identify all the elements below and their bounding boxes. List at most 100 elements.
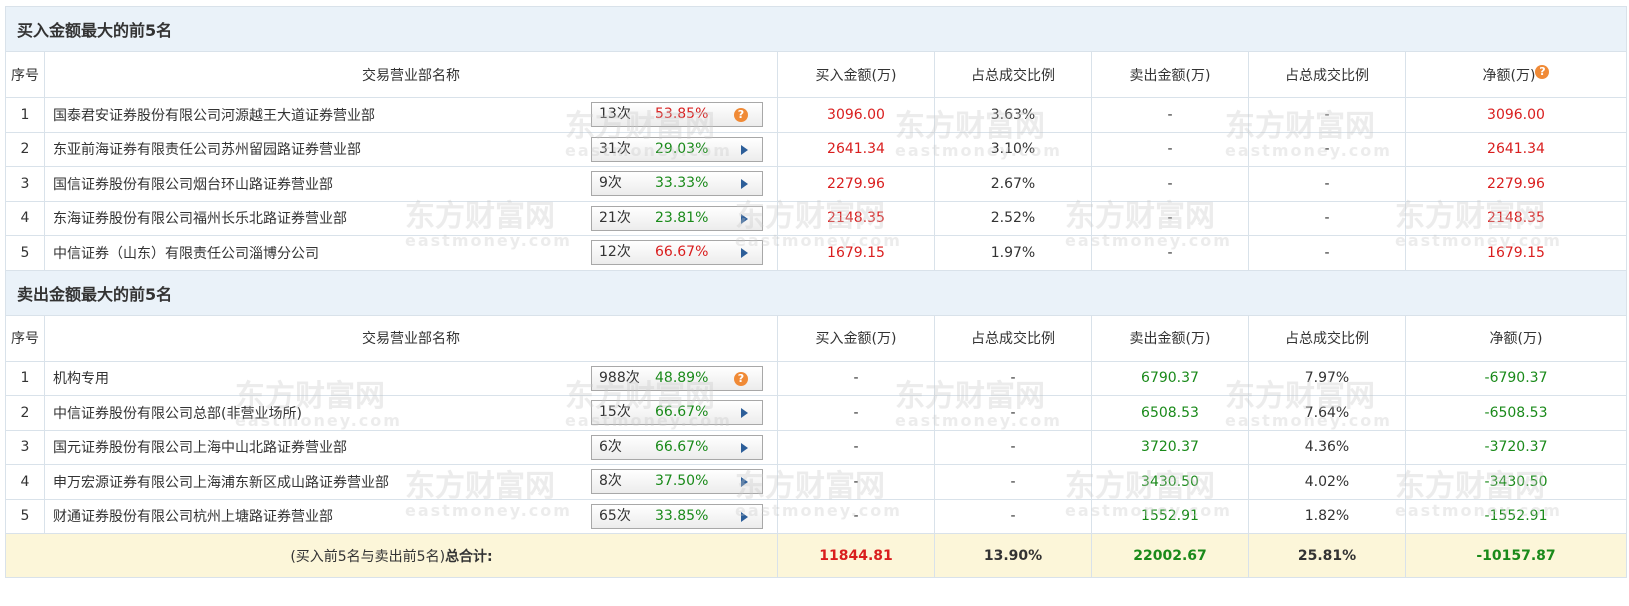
row-name-cell: 国信证券股份有限公司烟台环山路证券营业部 9次 33.33% (44, 166, 778, 202)
col-sell-header: 卖出金额(万) (1091, 51, 1249, 98)
success-rate: 23.81% (655, 209, 709, 226)
row-buy-amount: 2148.35 (777, 200, 935, 236)
row-sell-pct: 4.02% (1248, 464, 1406, 500)
row-buy-amount: 1679.15 (777, 235, 935, 271)
row-sell-amount: 6790.37 (1091, 360, 1249, 396)
listing-count: 988次 (599, 369, 640, 386)
lhb-container: 买入金额最大的前5名 序号 交易营业部名称 买入金额(万) 占总成交比例 卖出金… (4, 6, 1628, 578)
row-buy-pct: 2.67% (934, 166, 1092, 202)
arrow-right-icon[interactable] (741, 248, 748, 258)
row-seq: 1 (5, 360, 45, 396)
row-net-amount: -1552.91 (1404, 498, 1628, 534)
question-icon[interactable]: ? (734, 108, 748, 122)
row-buy-pct: 2.52% (934, 200, 1092, 236)
branch-link[interactable]: 中信证券（山东）有限责任公司淄博分公司 (53, 243, 319, 263)
col-seq-header: 序号 (5, 314, 45, 362)
branch-link[interactable]: 中信证券股份有限公司总部(非营业场所) (53, 403, 302, 423)
branch-link[interactable]: 机构专用 (53, 368, 109, 388)
row-buy-amount: - (777, 498, 935, 534)
col-net-header: 净额(万)? (1404, 51, 1628, 98)
listing-count: 12次 (599, 244, 631, 260)
row-seq: 3 (5, 166, 45, 202)
row-buy-pct: - (934, 498, 1092, 534)
row-seq: 1 (5, 97, 45, 133)
row-seq: 5 (5, 235, 45, 271)
row-net-amount: 1679.15 (1404, 235, 1628, 271)
row-buy-amount: - (777, 360, 935, 396)
branch-stats-button[interactable]: 31次 29.03% (591, 136, 763, 162)
row-net-amount: 2148.35 (1404, 200, 1628, 236)
branch-stats-button[interactable]: 65次 33.85% (591, 503, 763, 529)
branch-link[interactable]: 国泰君安证券股份有限公司河源越王大道证券营业部 (53, 105, 375, 125)
row-buy-amount: - (777, 464, 935, 500)
branch-stats-button[interactable]: 9次 33.33% (591, 171, 763, 196)
total-net: -10157.87 (1404, 533, 1628, 578)
buy-section-title-row: 买入金额最大的前5名 (4, 6, 1628, 52)
listing-count: 15次 (599, 404, 631, 420)
listing-count: 6次 (599, 438, 622, 455)
arrow-right-icon[interactable] (741, 179, 748, 189)
listing-count: 21次 (599, 209, 631, 226)
row-net-amount: 2641.34 (1404, 131, 1628, 167)
row-name-cell: 中信证券（山东）有限责任公司淄博分公司 12次 66.67% (44, 235, 778, 271)
row-name-cell: 国元证券股份有限公司上海中山北路证券营业部 6次 66.67% (44, 429, 778, 465)
row-sell-amount: 6508.53 (1091, 395, 1249, 431)
total-label-bold: 总合计: (445, 548, 493, 565)
row-net-amount: 2279.96 (1404, 166, 1628, 202)
row-seq: 5 (5, 498, 45, 534)
branch-link[interactable]: 国信证券股份有限公司烟台环山路证券营业部 (53, 174, 333, 194)
success-rate: 37.50% (655, 473, 709, 489)
branch-stats-button[interactable]: 21次 23.81% (591, 205, 763, 231)
buy-section-title: 买入金额最大的前5名 (4, 6, 1628, 52)
col-buy-pct-header: 占总成交比例 (934, 51, 1092, 98)
listing-count: 31次 (599, 140, 631, 157)
row-sell-amount: 1552.91 (1091, 498, 1249, 534)
table-row: 2 中信证券股份有限公司总部(非营业场所) 15次 66.67% - - 650… (5, 395, 1628, 431)
row-net-amount: -3430.50 (1404, 464, 1628, 500)
row-buy-pct: - (934, 360, 1092, 396)
branch-link[interactable]: 财通证券股份有限公司杭州上塘路证券营业部 (53, 506, 333, 526)
row-sell-amount: - (1091, 200, 1249, 236)
listing-count: 8次 (599, 473, 622, 489)
row-net-amount: -3720.37 (1404, 429, 1628, 465)
row-buy-amount: 3096.00 (777, 97, 935, 133)
table-row: 4 申万宏源证券有限公司上海浦东新区成山路证券营业部 8次 37.50% - -… (5, 464, 1628, 500)
total-buy-pct: 13.90% (934, 533, 1092, 578)
branch-link[interactable]: 东亚前海证券有限责任公司苏州留园路证券营业部 (53, 139, 361, 159)
row-name-cell: 财通证券股份有限公司杭州上塘路证券营业部 65次 33.85% (44, 498, 778, 534)
arrow-right-icon[interactable] (741, 144, 748, 155)
arrow-right-icon[interactable] (741, 213, 748, 224)
row-buy-pct: 3.63% (934, 97, 1092, 133)
col-name-header: 交易营业部名称 (44, 51, 778, 98)
col-net-header: 净额(万) (1404, 314, 1628, 362)
branch-stats-button[interactable]: 15次 66.67% (591, 400, 763, 425)
question-icon[interactable]: ? (734, 371, 748, 386)
success-rate: 33.85% (655, 507, 709, 524)
branch-link[interactable]: 东海证券股份有限公司福州长乐北路证券营业部 (53, 208, 347, 228)
row-buy-pct: - (934, 429, 1092, 465)
branch-stats-button[interactable]: 12次 66.67% (591, 240, 763, 265)
total-label: (买入前5名与卖出前5名)总合计: (5, 533, 778, 578)
branch-stats-button[interactable]: 6次 66.67% (591, 434, 763, 460)
arrow-right-icon[interactable] (741, 511, 748, 522)
row-sell-pct: - (1248, 200, 1406, 236)
arrow-right-icon[interactable] (741, 442, 748, 453)
arrow-right-icon[interactable] (741, 477, 748, 487)
arrow-right-icon[interactable] (741, 408, 748, 418)
col-sell-pct-header: 占总成交比例 (1248, 314, 1406, 362)
row-name-cell: 申万宏源证券有限公司上海浦东新区成山路证券营业部 8次 37.50% (44, 464, 778, 500)
help-icon[interactable]: ? (1535, 64, 1550, 79)
listing-count: 65次 (599, 507, 631, 524)
branch-stats-button[interactable]: 13次 53.85% ? (591, 102, 763, 127)
branch-stats-button[interactable]: 988次 48.89% ? (591, 365, 763, 391)
row-sell-amount: - (1091, 131, 1249, 167)
row-buy-amount: 2641.34 (777, 131, 935, 167)
branch-link[interactable]: 国元证券股份有限公司上海中山北路证券营业部 (53, 437, 347, 457)
col-net-header-label: 净额(万) (1482, 67, 1536, 84)
row-seq: 4 (5, 200, 45, 236)
branch-link[interactable]: 申万宏源证券有限公司上海浦东新区成山路证券营业部 (53, 472, 389, 492)
success-rate: 33.33% (655, 175, 709, 191)
sell-section-title-row: 卖出金额最大的前5名 (4, 269, 1628, 316)
branch-stats-button[interactable]: 8次 37.50% (591, 469, 763, 494)
row-buy-amount: 2279.96 (777, 166, 935, 202)
